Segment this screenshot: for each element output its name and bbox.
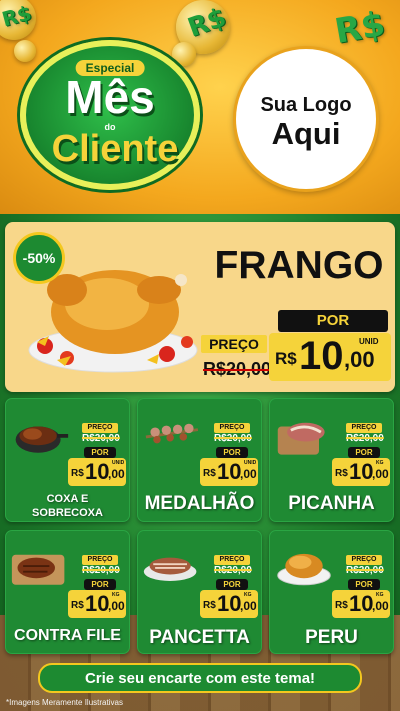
currency: R$ [335,600,348,611]
featured-price-dec: ,00 [344,347,375,372]
coin-icon [172,42,196,66]
preco-label: PREÇO [82,555,118,565]
header-banner: R$ R$ R$ Especial Mês do Cliente Sua Log… [0,0,400,218]
unit: UNID [112,460,125,466]
product-card: PREÇO R$20,00 POR R$ 10,00 KG PANCETTA [137,530,262,654]
badge-title-line1: Mês [65,71,155,123]
product-card: PREÇO R$20,00 POR R$ 10,00 KG CONTRA FILE [5,530,130,654]
por-label: POR [348,447,380,458]
unit: UNID [244,460,257,466]
currency: R$ [71,600,84,611]
money-icon: R$ [331,3,388,53]
picanha-icon [277,422,325,455]
currency: R$ [335,468,348,479]
product-name-line2: SOBRECOXA [32,507,103,519]
currency: R$ [203,600,216,611]
price-int: 10 [349,591,374,616]
drumstick-pan-icon [15,426,69,453]
price-int: 10 [217,591,242,616]
product-name: PICANHA [288,493,375,514]
product-card: PREÇO R$20,00 POR R$ 10,00 KG PICANHA [269,398,394,522]
product-name: MEDALHÃO [144,493,255,514]
product-name: COXA E [46,493,89,505]
price: R$ 10,00 UNID [200,458,258,486]
coin-icon [14,40,36,62]
por-label: POR [84,579,116,590]
discount-badge: -50% [13,232,65,284]
featured-title: FRANGO [214,244,384,287]
price-dec: ,00 [108,467,125,481]
price: R$ 10,00 KG [68,590,126,618]
featured-price-int: 10 [299,334,344,378]
pancetta-icon [143,557,197,581]
turkey-plate-icon [277,553,331,586]
price: R$ 10,00 KG [332,458,390,486]
preco-label: PREÇO [82,423,118,433]
unit: KG [244,592,252,598]
featured-product: -50% FRANGO POR PREÇO R$20,00 R$ 10 ,00 … [5,222,395,392]
product-name: PERU [305,627,358,648]
old-price: R$20,00 [82,433,120,444]
old-price: R$20,00 [214,565,252,576]
unit: KG [376,460,384,466]
por-label: POR [348,579,380,590]
product-card: PREÇO R$20,00 POR R$ 10,00 UNID MEDALHÃO [137,398,262,522]
product-name: PANCETTA [149,627,250,648]
featured-currency: R$ [275,349,297,368]
price-dec: ,00 [372,599,389,613]
unit: KG [376,592,384,598]
old-price: R$20,00 [82,565,120,576]
price: R$ 10,00 KG [332,590,390,618]
featured-old-price: R$20,00 [203,359,272,379]
old-price: R$20,00 [346,433,384,444]
price-int: 10 [85,591,110,616]
featured-price: R$ 10 ,00 UNID [269,333,391,381]
price: R$ 10,00 UNID [68,458,126,486]
steak-board-icon [11,554,65,585]
product-name: CONTRA FILE [14,627,121,644]
featured-por-label: POR [278,310,388,332]
footnote: *Imagens Meramente Ilustrativas [6,698,123,707]
price-int: 10 [217,459,242,484]
price-int: 10 [85,459,110,484]
logo-line1: Sua Logo [260,94,352,116]
currency: R$ [71,468,84,479]
price-dec: ,00 [240,599,257,613]
featured-preco-label: PREÇO [201,335,267,353]
preco-label: PREÇO [214,423,250,433]
product-card: PREÇO R$20,00 POR R$ 10,00 KG PERU [269,530,394,654]
price-int: 10 [349,459,374,484]
cta-banner[interactable]: Crie seu encarte com este tema! [38,663,362,693]
price: R$ 10,00 KG [200,590,258,618]
logo-line2: Aqui [271,116,341,151]
featured-unit: UNID [359,337,379,346]
old-price: R$20,00 [214,433,252,444]
unit: KG [112,592,120,598]
flyer: R$ R$ R$ Especial Mês do Cliente Sua Log… [0,0,400,711]
preco-label: PREÇO [346,423,382,433]
por-label: POR [84,447,116,458]
campaign-badge: Especial Mês do Cliente [20,40,200,190]
price-dec: ,00 [240,467,257,481]
logo-placeholder: Sua Logo Aqui [233,46,379,192]
por-label: POR [216,447,248,458]
currency: R$ [203,468,216,479]
preco-label: PREÇO [214,555,250,565]
skewers-icon [145,423,199,444]
old-price: R$20,00 [346,565,384,576]
price-dec: ,00 [108,599,125,613]
por-label: POR [216,579,248,590]
price-dec: ,00 [372,467,389,481]
product-card: PREÇO R$20,00 POR R$ 10,00 UNID COXA E SOBRECOX… [5,398,130,522]
preco-label: PREÇO [346,555,382,565]
badge-title-line3: Cliente [51,128,179,170]
